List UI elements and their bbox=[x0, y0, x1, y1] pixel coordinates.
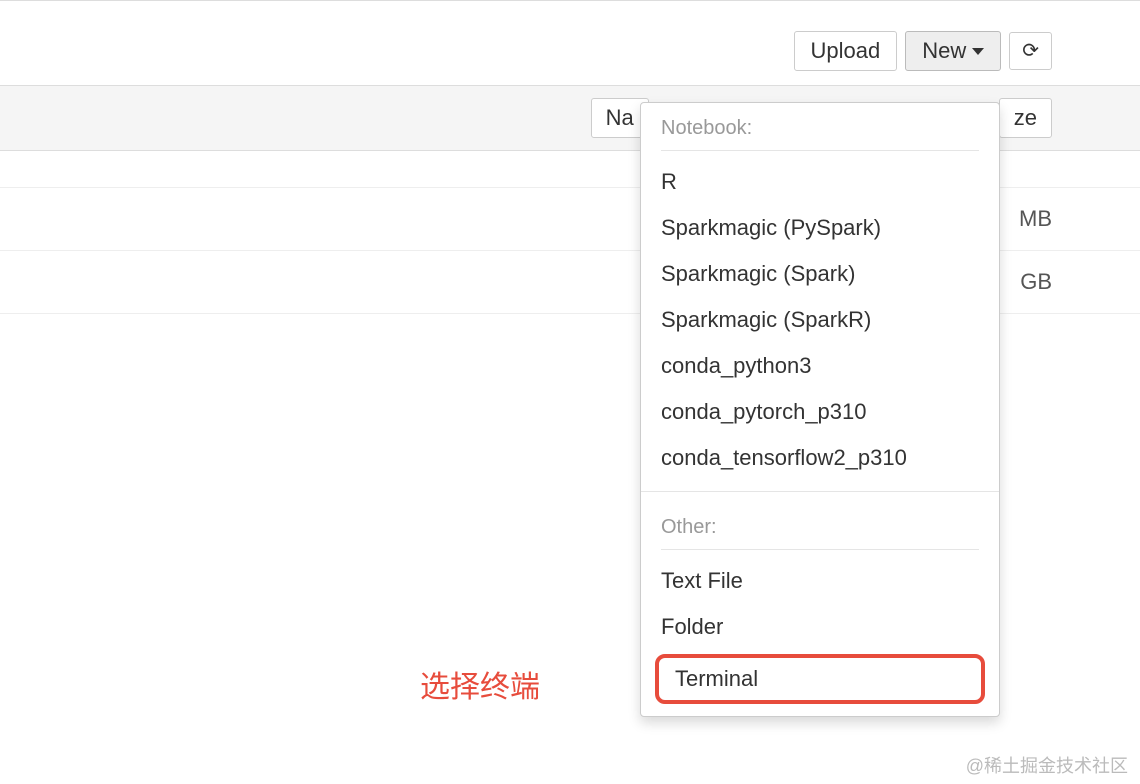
kernel-item-conda-python3[interactable]: conda_python3 bbox=[641, 343, 999, 389]
kernel-item-sparkmagic-spark[interactable]: Sparkmagic (Spark) bbox=[641, 251, 999, 297]
size-sort-button[interactable]: ze bbox=[999, 98, 1052, 138]
watermark: @稀土掘金技术社区 bbox=[966, 752, 1128, 778]
toolbar: Upload New ⟳ bbox=[0, 31, 1140, 85]
dropdown-header-other: Other: bbox=[641, 502, 999, 545]
divider bbox=[661, 549, 979, 550]
new-button[interactable]: New bbox=[905, 31, 1001, 71]
other-item-text-file[interactable]: Text File bbox=[641, 558, 999, 604]
upload-button[interactable]: Upload bbox=[794, 31, 898, 71]
new-button-label: New bbox=[922, 38, 966, 64]
other-item-folder[interactable]: Folder bbox=[641, 604, 999, 650]
kernel-item-r[interactable]: R bbox=[641, 159, 999, 205]
kernel-item-sparkmagic-pyspark[interactable]: Sparkmagic (PySpark) bbox=[641, 205, 999, 251]
kernel-item-sparkmagic-sparkr[interactable]: Sparkmagic (SparkR) bbox=[641, 297, 999, 343]
new-dropdown-menu: Notebook: R Sparkmagic (PySpark) Sparkma… bbox=[640, 102, 1000, 717]
dropdown-header-notebook: Notebook: bbox=[641, 103, 999, 146]
other-item-terminal[interactable]: Terminal bbox=[655, 654, 985, 704]
file-size: MB bbox=[1019, 206, 1052, 232]
annotation-label: 选择终端 bbox=[420, 662, 540, 706]
chevron-down-icon bbox=[972, 48, 984, 55]
refresh-icon: ⟳ bbox=[1022, 41, 1039, 61]
file-size: GB bbox=[1020, 269, 1052, 295]
kernel-item-conda-pytorch-p310[interactable]: conda_pytorch_p310 bbox=[641, 389, 999, 435]
divider bbox=[661, 150, 979, 151]
refresh-button[interactable]: ⟳ bbox=[1009, 32, 1052, 70]
divider bbox=[641, 491, 999, 492]
kernel-item-conda-tensorflow2-p310[interactable]: conda_tensorflow2_p310 bbox=[641, 435, 999, 481]
